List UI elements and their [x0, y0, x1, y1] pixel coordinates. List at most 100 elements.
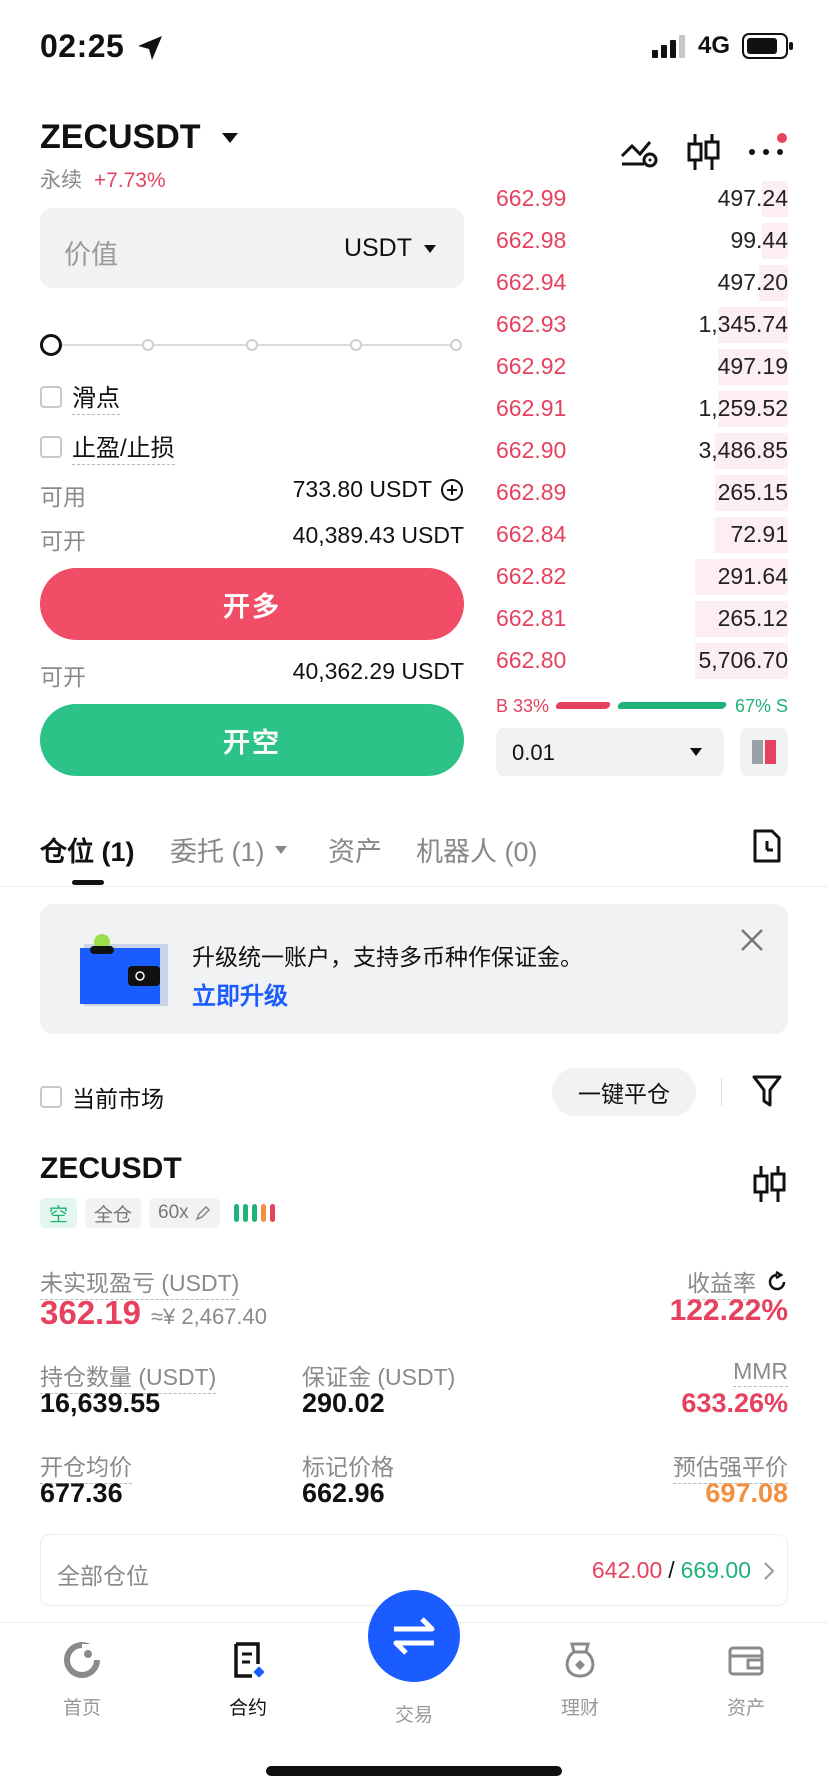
tp-value: 642.00 [591, 1557, 663, 1583]
tab-bots[interactable]: 机器人 (0) [416, 830, 538, 869]
margin-value: 290.02 [302, 1388, 385, 1418]
add-circle-icon[interactable] [440, 478, 464, 502]
ask-quantity: 5,706.70 [698, 647, 788, 673]
nav-assets-label: 资产 [726, 1698, 765, 1719]
position-tags: 空 全仓 60x [40, 1198, 275, 1228]
open-short-label: 可开 [40, 664, 86, 690]
order-book-row[interactable]: 662.80 5,706.70 [496, 640, 788, 682]
margin-mode-tag: 全仓 [85, 1198, 142, 1228]
ask-price: 662.93 [496, 311, 567, 337]
ask-quantity: 291.64 [717, 563, 788, 589]
order-book-row[interactable]: 662.98 99.44 [496, 220, 788, 262]
position-symbol[interactable]: ZECUSDT [40, 1152, 182, 1186]
trade-button[interactable] [368, 1590, 460, 1682]
order-book-row[interactable]: 662.99 497.24 [496, 178, 788, 220]
order-book-row[interactable]: 662.90 3,486.85 [496, 430, 788, 472]
location-arrow-icon [138, 36, 162, 60]
ask-quantity: 1,345.74 [698, 311, 788, 337]
order-book-row[interactable]: 662.91 1,259.52 [496, 388, 788, 430]
history-document-icon[interactable] [752, 828, 782, 864]
leverage-slider[interactable] [40, 330, 464, 360]
leverage-tag[interactable]: 60x [149, 1198, 220, 1228]
tp-sl-option[interactable]: 止盈/止损 [40, 428, 175, 465]
candlestick-icon[interactable] [686, 132, 720, 172]
home-indicator [266, 1766, 562, 1776]
nav-home-label: 首页 [62, 1698, 101, 1719]
close-all-button[interactable]: 一键平仓 [552, 1068, 696, 1116]
edit-icon [195, 1205, 210, 1221]
available-label: 可用 [40, 484, 86, 510]
chevron-right-icon [764, 1562, 775, 1580]
mark-price-value: 662.96 [302, 1478, 385, 1508]
symbol-title: ZECUSDT [40, 118, 201, 156]
book-layout-toggle[interactable] [740, 728, 788, 776]
chart-indicator-icon[interactable] [620, 134, 660, 170]
slider-tick [450, 339, 462, 351]
contract-type: 永续 [40, 169, 82, 192]
slippage-option[interactable]: 滑点 [40, 378, 120, 415]
current-market-checkbox[interactable] [40, 1086, 62, 1108]
ask-price: 662.81 [496, 605, 567, 631]
candlestick-icon[interactable] [752, 1164, 786, 1204]
slider-tick [350, 339, 362, 351]
ask-price: 662.91 [496, 395, 567, 421]
wallet-outline-icon [728, 1646, 764, 1676]
ask-price: 662.84 [496, 521, 567, 547]
unit-label: USDT [343, 234, 412, 262]
slider-handle[interactable] [40, 334, 62, 356]
signal-icon [652, 35, 685, 58]
precision-value: 0.01 [512, 740, 555, 765]
tp-sl-separator: / [668, 1557, 675, 1583]
caret-down-icon [274, 845, 287, 854]
ask-price: 662.89 [496, 479, 567, 505]
upgrade-banner[interactable]: 升级统一账户，支持多币种作保证金。 立即升级 [40, 904, 788, 1034]
more-icon[interactable] [748, 132, 790, 162]
sell-ratio-bar [616, 702, 728, 709]
banner-upgrade-link[interactable]: 立即升级 [192, 976, 288, 1011]
open-long-button[interactable]: 开多 [40, 568, 464, 640]
nav-contract[interactable]: 合约 [188, 1640, 308, 1720]
tp-sl-values: 642.00 / 669.00 [592, 1557, 751, 1584]
tp-sl-checkbox[interactable] [40, 435, 62, 458]
open-short-button[interactable]: 开空 [40, 704, 464, 776]
ask-quantity: 265.15 [717, 479, 788, 505]
order-book-row[interactable]: 662.81 265.12 [496, 598, 788, 640]
adl-indicator [233, 1204, 275, 1222]
ask-quantity: 497.20 [717, 269, 788, 295]
tab-orders-label: 委托 (1) [170, 837, 265, 867]
order-book-row[interactable]: 662.84 72.91 [496, 514, 788, 556]
filter-icon[interactable] [752, 1074, 782, 1108]
slippage-checkbox[interactable] [40, 385, 62, 408]
all-positions-label: 全部仓位 [57, 1563, 149, 1589]
nav-earn[interactable]: 理财 [520, 1640, 640, 1720]
close-icon[interactable] [740, 928, 764, 952]
order-book-row[interactable]: 662.82 291.64 [496, 556, 788, 598]
symbol-selector[interactable]: ZECUSDT [40, 118, 239, 157]
order-book-row[interactable]: 662.89 265.15 [496, 472, 788, 514]
nav-contract-label: 合约 [228, 1698, 267, 1719]
buy-sell-ratio: B 33% 67% S [496, 694, 788, 718]
current-market-label: 当前市场 [72, 1086, 164, 1112]
ask-price: 662.92 [496, 353, 567, 379]
order-book-row[interactable]: 662.94 497.20 [496, 262, 788, 304]
order-book-row[interactable]: 662.93 1,345.74 [496, 304, 788, 346]
refresh-icon[interactable] [766, 1271, 788, 1293]
tp-sl-label: 止盈/止损 [72, 428, 175, 465]
tab-orders[interactable]: 委托 (1) [170, 830, 287, 869]
order-book-row[interactable]: 662.92 497.19 [496, 346, 788, 388]
ask-quantity: 497.19 [717, 353, 788, 379]
network-type: 4G [698, 32, 731, 59]
nav-assets[interactable]: 资产 [686, 1640, 806, 1720]
ask-quantity: 99.44 [730, 227, 788, 253]
value-input[interactable]: 价值 USDT [40, 208, 464, 288]
unit-selector[interactable]: USDT [344, 234, 436, 263]
size-value: 16,639.55 [40, 1388, 161, 1418]
ask-price: 662.98 [496, 227, 567, 253]
precision-selector[interactable]: 0.01 [496, 728, 724, 776]
tab-positions[interactable]: 仓位 (1) [40, 830, 135, 869]
swap-icon [393, 1617, 435, 1655]
nav-home[interactable]: 首页 [22, 1640, 142, 1720]
tab-assets[interactable]: 资产 [328, 830, 382, 869]
current-market-option[interactable]: 当前市场 [40, 1080, 164, 1114]
ask-quantity: 1,259.52 [698, 395, 788, 421]
